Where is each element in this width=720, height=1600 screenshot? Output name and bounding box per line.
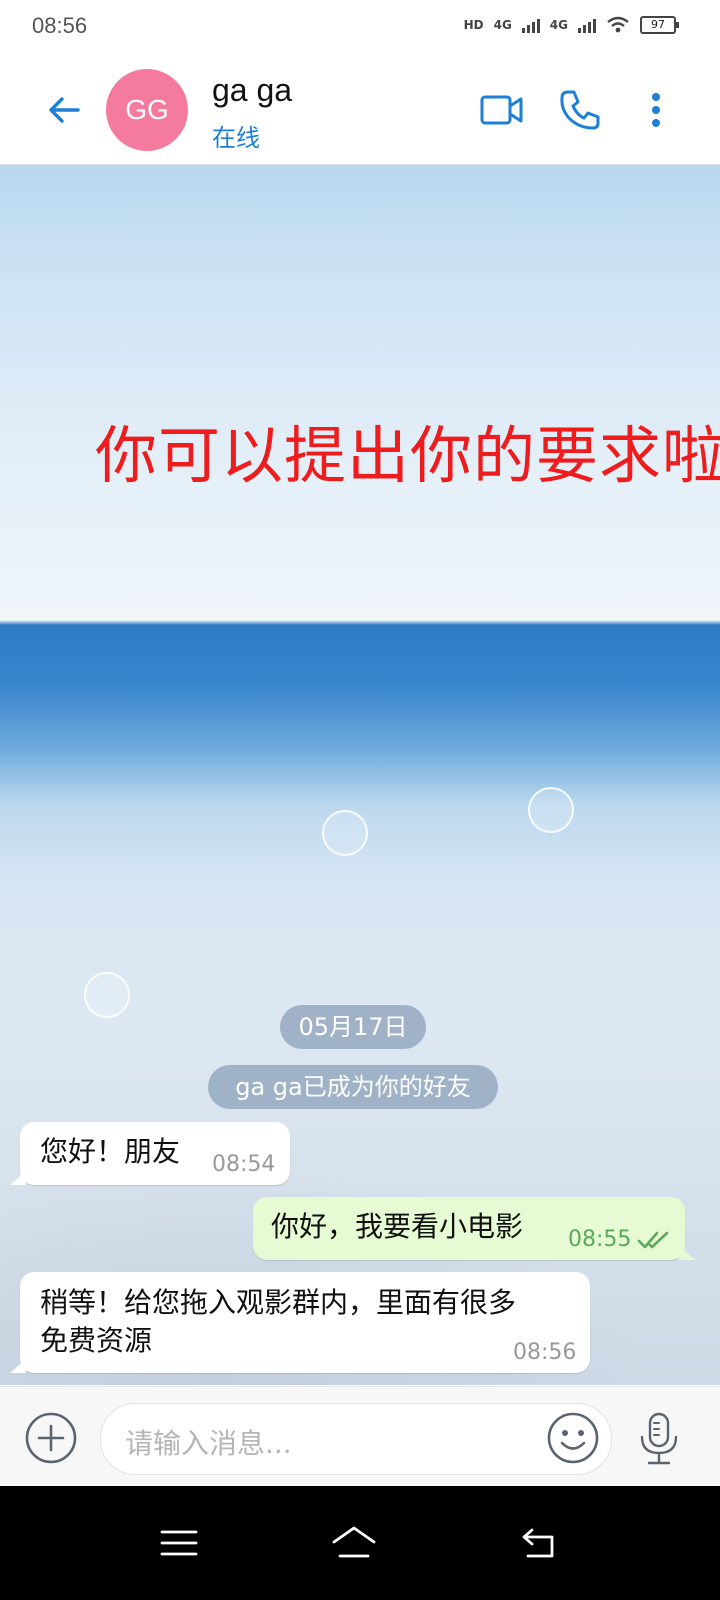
battery-icon: 97 bbox=[640, 16, 679, 34]
microphone-icon[interactable] bbox=[636, 1411, 682, 1467]
plus-circle-icon[interactable] bbox=[24, 1411, 78, 1465]
message-time: 08:54 bbox=[212, 1152, 276, 1177]
message-input-placeholder: 请输入消息... bbox=[125, 1427, 292, 1460]
system-notice: ga ga已成为你的好友 bbox=[208, 1065, 498, 1109]
chat-area[interactable]: 你可以提出你的要求啦 05月17日 ga ga已成为你的好友 您好！朋友 08:… bbox=[0, 165, 720, 1385]
double-check-icon bbox=[637, 1231, 669, 1249]
chat-header: GG ga ga 在线 bbox=[0, 56, 720, 165]
signal-label-1: 4G bbox=[493, 18, 512, 32]
status-bar: 08:56 HD 4G 4G 97 bbox=[0, 0, 720, 56]
contact-name[interactable]: ga ga bbox=[212, 72, 292, 109]
menu-icon[interactable] bbox=[158, 1524, 200, 1562]
message-input[interactable]: 请输入消息... bbox=[100, 1403, 612, 1475]
date-divider: 05月17日 bbox=[280, 1005, 426, 1049]
avatar[interactable]: GG bbox=[106, 69, 188, 151]
message-text: 你好，我要看小电影 bbox=[271, 1210, 524, 1243]
message-incoming[interactable]: 稍等！给您拖入观影群内，里面有很多 免费资源 08:56 bbox=[10, 1272, 590, 1373]
back-nav-icon[interactable] bbox=[518, 1524, 560, 1562]
bubble-tail bbox=[10, 1171, 26, 1185]
bubble-tail bbox=[10, 1359, 26, 1373]
message-text: 您好！朋友 bbox=[40, 1135, 181, 1168]
message-time: 08:56 bbox=[513, 1340, 577, 1365]
contact-status: 在线 bbox=[212, 124, 260, 152]
background-banner-text: 你可以提出你的要求啦 bbox=[95, 419, 720, 492]
message-outgoing[interactable]: 你好，我要看小电影 08:55 bbox=[253, 1197, 695, 1260]
signal-bars-icon bbox=[521, 17, 540, 33]
message-time: 08:55 bbox=[568, 1227, 632, 1252]
message-text-line: 免费资源 bbox=[40, 1324, 153, 1357]
message-text-line: 稍等！给您拖入观影群内，里面有很多 bbox=[40, 1286, 517, 1319]
home-icon[interactable] bbox=[330, 1524, 378, 1562]
status-time: 08:56 bbox=[32, 13, 88, 38]
bubble-tail bbox=[679, 1246, 695, 1260]
phone-icon[interactable] bbox=[556, 86, 604, 134]
status-icons: HD 4G 4G 97 bbox=[463, 16, 679, 34]
signal-bars-icon-2 bbox=[578, 17, 596, 33]
system-navigation-bar bbox=[0, 1486, 720, 1600]
wifi-icon bbox=[607, 16, 629, 33]
decor-bubble bbox=[322, 810, 368, 856]
decor-bubble bbox=[528, 787, 574, 833]
decor-bubble bbox=[84, 972, 130, 1018]
more-vertical-icon[interactable] bbox=[636, 86, 676, 134]
smiley-icon[interactable] bbox=[546, 1411, 600, 1465]
message-input-bar: 请输入消息... bbox=[0, 1386, 720, 1487]
hd-icon: HD bbox=[463, 18, 484, 32]
message-incoming[interactable]: 您好！朋友 08:54 bbox=[10, 1122, 290, 1185]
arrow-left-icon[interactable] bbox=[44, 90, 84, 130]
signal-label-2: 4G bbox=[549, 18, 568, 32]
video-camera-icon[interactable] bbox=[478, 86, 526, 134]
message-text: 稍等！给您拖入观影群内，里面有很多 免费资源 bbox=[40, 1284, 516, 1360]
